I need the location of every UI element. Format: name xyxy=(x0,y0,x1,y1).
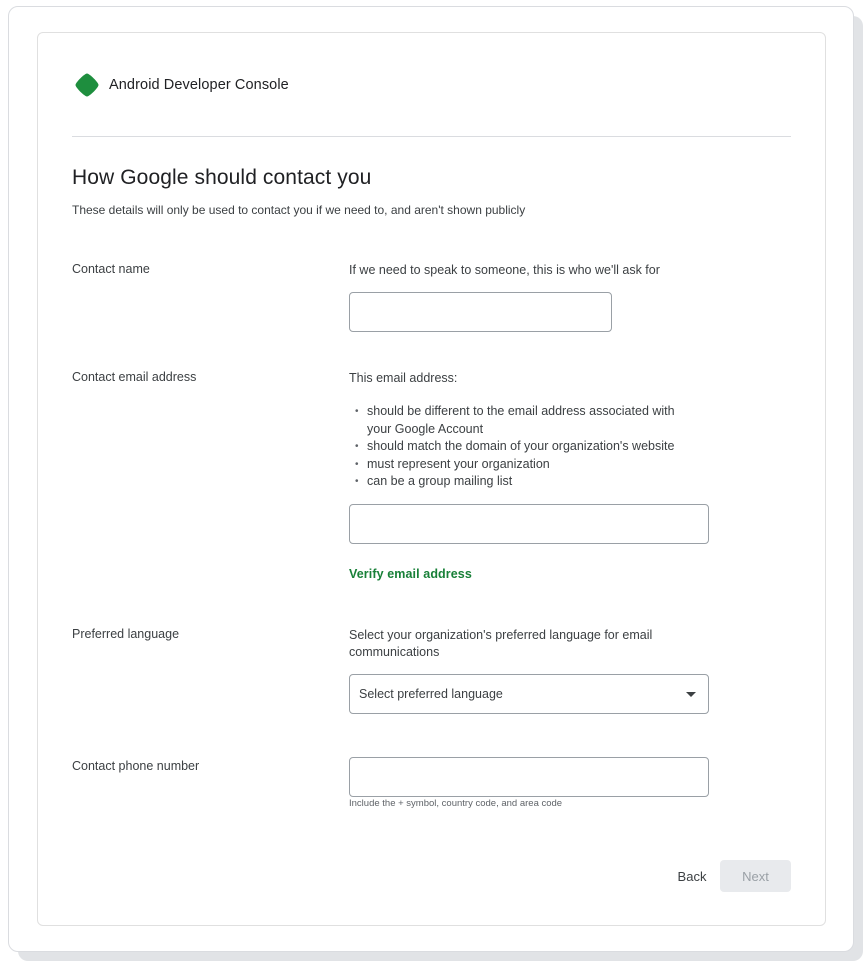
contact-name-label: Contact name xyxy=(72,262,150,276)
preferred-language-description: Select your organization's preferred lan… xyxy=(349,628,653,659)
list-item-text: should match the domain of your organiza… xyxy=(367,439,675,453)
back-button[interactable]: Back xyxy=(670,860,714,892)
contact-phone-label: Contact phone number xyxy=(72,759,200,773)
preferred-language-label: Preferred language xyxy=(72,627,180,641)
contact-phone-input[interactable] xyxy=(349,757,709,797)
contact-phone-helper-text: Include the + symbol, country code, and … xyxy=(349,798,563,809)
contact-name-input[interactable] xyxy=(349,292,612,332)
list-item-text: should be different to the email address… xyxy=(367,404,675,436)
list-item: • can be a group mailing list xyxy=(355,473,695,491)
contact-email-label: Contact email address xyxy=(72,370,197,384)
bullet-dot: • xyxy=(355,406,359,417)
list-item: • should match the domain of your organiz… xyxy=(355,438,695,456)
page-title: How Google should contact you xyxy=(72,166,372,189)
android-console-logo-icon xyxy=(75,73,99,97)
bullet-dot: • xyxy=(355,458,359,470)
contact-email-input[interactable] xyxy=(349,504,709,544)
email-requirements-list: • should be different to the email addres… xyxy=(355,403,695,491)
list-item: • should be different to the email addres… xyxy=(355,403,695,438)
list-item: • must represent your organization xyxy=(355,456,695,474)
contact-name-description: If we need to speak to someone, this is … xyxy=(349,263,660,277)
caret-down-icon xyxy=(686,691,696,697)
list-item-text: must represent your organization xyxy=(367,456,550,471)
next-button[interactable]: Next xyxy=(720,860,791,892)
contact-email-description: This email address: xyxy=(349,371,458,385)
verify-email-link[interactable]: Verify email address xyxy=(349,567,472,581)
preferred-language-selected-value: Select preferred language xyxy=(359,687,503,701)
brand-name: Android Developer Console xyxy=(109,77,289,93)
bullet-dot: • xyxy=(355,476,359,487)
bullet-dot: • xyxy=(355,441,359,452)
list-item-text: can be a group mailing list xyxy=(367,474,513,488)
page-subtitle: These details will only be used to conta… xyxy=(72,203,526,217)
header-divider xyxy=(72,136,791,137)
brand-header: Android Developer Console xyxy=(74,72,289,98)
preferred-language-select[interactable]: Select preferred language xyxy=(349,674,709,714)
